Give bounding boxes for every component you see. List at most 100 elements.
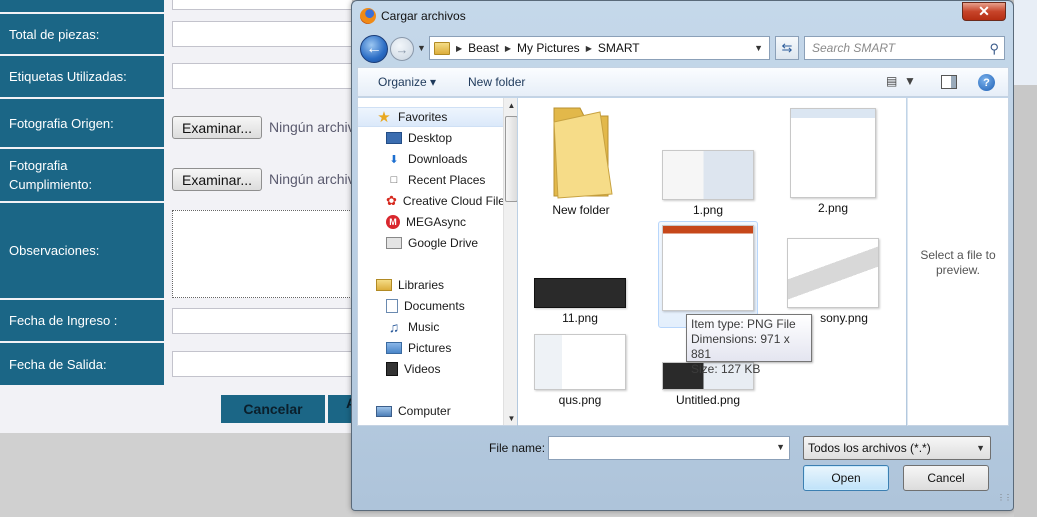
background-highlight [1014, 0, 1037, 85]
scroll-down-icon[interactable]: ▼ [504, 411, 517, 425]
resize-grip-icon[interactable]: ⋮⋮ [997, 493, 1012, 502]
nav-label: Downloads [408, 152, 468, 166]
help-icon[interactable]: ? [978, 74, 995, 91]
fecha-salida-input[interactable] [172, 351, 352, 377]
file-tile-hovered[interactable] [658, 221, 758, 328]
nav-libraries[interactable]: Libraries [358, 275, 504, 295]
form-row-observaciones: Observaciones: [0, 203, 352, 298]
examinar-cumplimiento-button[interactable]: Examinar... [172, 168, 262, 191]
cancel-button[interactable]: Cancel [903, 465, 989, 491]
organize-menu[interactable]: Organize ▾ [378, 75, 436, 89]
file-tile-11-png[interactable]: 11.png [530, 278, 630, 325]
form-label: Observaciones: [0, 203, 164, 298]
total-piezas-input[interactable] [172, 21, 352, 47]
nav-label: MEGAsync [406, 215, 467, 229]
form-label: Fecha de Salida: [0, 343, 164, 385]
refresh-button[interactable]: ⇆ [775, 36, 799, 60]
file-tile-1-png[interactable]: 1.png [658, 150, 758, 217]
form-row-foto-cumplimiento: Fotografia Cumplimiento: Examinar... Nin… [0, 149, 352, 201]
chevron-down-icon[interactable]: ▼ [776, 442, 785, 452]
examinar-origen-button[interactable]: Examinar... [172, 116, 262, 139]
image-thumbnail [787, 238, 879, 308]
breadcrumb-separator-icon[interactable]: ▶ [456, 44, 462, 53]
nav-desktop[interactable]: Desktop [358, 128, 504, 148]
breadcrumb-separator-icon[interactable]: ▶ [505, 44, 511, 53]
file-name-input[interactable]: ▼ [548, 436, 790, 460]
back-button[interactable]: ← [360, 35, 388, 63]
file-tile-qus-png[interactable]: qus.png [530, 334, 630, 407]
google-drive-icon [386, 237, 402, 249]
form-row-top [0, 0, 352, 12]
fecha-ingreso-input[interactable] [172, 308, 352, 334]
scroll-thumb[interactable] [505, 116, 517, 202]
nav-label: Desktop [408, 131, 453, 145]
file-name: 2.png [817, 201, 849, 215]
preview-pane-icon[interactable] [941, 75, 957, 89]
nav-label: Documents [404, 299, 465, 313]
nav-google-drive[interactable]: Google Drive [358, 233, 504, 253]
image-thumbnail [534, 278, 626, 308]
refresh-icon: ⇆ [781, 40, 793, 55]
pictures-icon [386, 342, 402, 354]
nav-computer[interactable]: Computer [358, 401, 504, 421]
file-name-label: File name: [489, 441, 546, 455]
close-button[interactable]: ✕ [962, 2, 1006, 21]
nav-label: Favorites [398, 110, 448, 124]
scroll-up-icon[interactable]: ▲ [504, 98, 517, 113]
form-label: Fecha de Ingreso : [0, 300, 164, 341]
forward-button[interactable]: → [390, 37, 414, 61]
music-icon: ♫ [388, 319, 400, 335]
desktop-icon [386, 132, 402, 144]
file-tile-2-png[interactable]: 2.png [783, 108, 883, 215]
form-row-etiquetas: Etiquetas Utilizadas: [0, 56, 352, 97]
accept-button[interactable]: A [328, 395, 352, 423]
recent-locations-dropdown[interactable]: ▼ [417, 43, 426, 53]
form-row-total-piezas: Total de piezas: [0, 14, 352, 54]
nav-scrollbar[interactable]: ▲ ▼ [503, 98, 517, 425]
preview-pane: Select a file to preview. [907, 98, 1009, 426]
nav-recent-places[interactable]: □ Recent Places [358, 170, 504, 190]
file-tile-new-folder[interactable]: New folder [531, 104, 631, 218]
recent-places-icon: □ [390, 174, 398, 186]
breadcrumb-beast[interactable]: Beast [468, 41, 499, 55]
form-row-fecha-ingreso: Fecha de Ingreso : [0, 300, 352, 341]
no-file-text: Ningún archivo seleccionado. [269, 119, 352, 135]
observaciones-textarea[interactable] [172, 210, 352, 298]
nav-pictures[interactable]: Pictures [358, 338, 504, 358]
tooltip-dimensions: Dimensions: 971 x 881 [691, 332, 790, 361]
etiquetas-input[interactable] [172, 63, 352, 89]
nav-documents[interactable]: Documents [358, 296, 504, 316]
breadcrumb-separator-icon[interactable]: ▶ [586, 44, 592, 53]
nav-music[interactable]: ♫ Music [358, 317, 504, 337]
form-row-fecha-salida: Fecha de Salida: [0, 343, 352, 385]
nav-videos[interactable]: Videos [358, 359, 504, 379]
nav-label: Google Drive [408, 236, 479, 250]
nav-label: Recent Places [408, 173, 486, 187]
file-tile-sony-png[interactable]: sony.png [783, 238, 883, 325]
nav-label: Computer [398, 404, 451, 418]
breadcrumb-my-pictures[interactable]: My Pictures [517, 41, 580, 55]
nav-label: Music [408, 320, 440, 334]
image-thumbnail [790, 108, 876, 198]
image-thumbnail [534, 334, 626, 390]
upload-form: Total de piezas: Etiquetas Utilizadas: F… [0, 0, 352, 433]
nav-label: Pictures [408, 341, 452, 355]
address-bar[interactable]: ▶ Beast ▶ My Pictures ▶ SMART ▼ [429, 36, 770, 60]
nav-creative-cloud[interactable]: ✿ Creative Cloud Files [358, 191, 504, 211]
folder-icon [553, 107, 613, 199]
search-input[interactable]: Search SMART ⚲ [804, 36, 1005, 60]
chevron-down-icon[interactable]: ▼ [754, 43, 763, 53]
change-view-icon[interactable]: ▤ ▼ [886, 74, 916, 88]
search-icon[interactable]: ⚲ [989, 41, 999, 57]
breadcrumb-smart[interactable]: SMART [598, 41, 640, 55]
file-type-select[interactable]: Todos los archivos (*.*) ▼ [803, 436, 991, 460]
file-name: qus.png [558, 393, 602, 407]
nav-megasync[interactable]: M MEGAsync [358, 212, 504, 232]
text-input-top[interactable] [172, 0, 352, 10]
preview-hint: Select a file to preview. [920, 248, 996, 277]
open-button[interactable]: Open [803, 465, 889, 491]
cancelar-button[interactable]: Cancelar [221, 395, 325, 423]
nav-favorites[interactable]: ★ Favorites [358, 107, 504, 127]
new-folder-button[interactable]: New folder [468, 75, 525, 89]
nav-downloads[interactable]: ⬇ Downloads [358, 149, 504, 169]
